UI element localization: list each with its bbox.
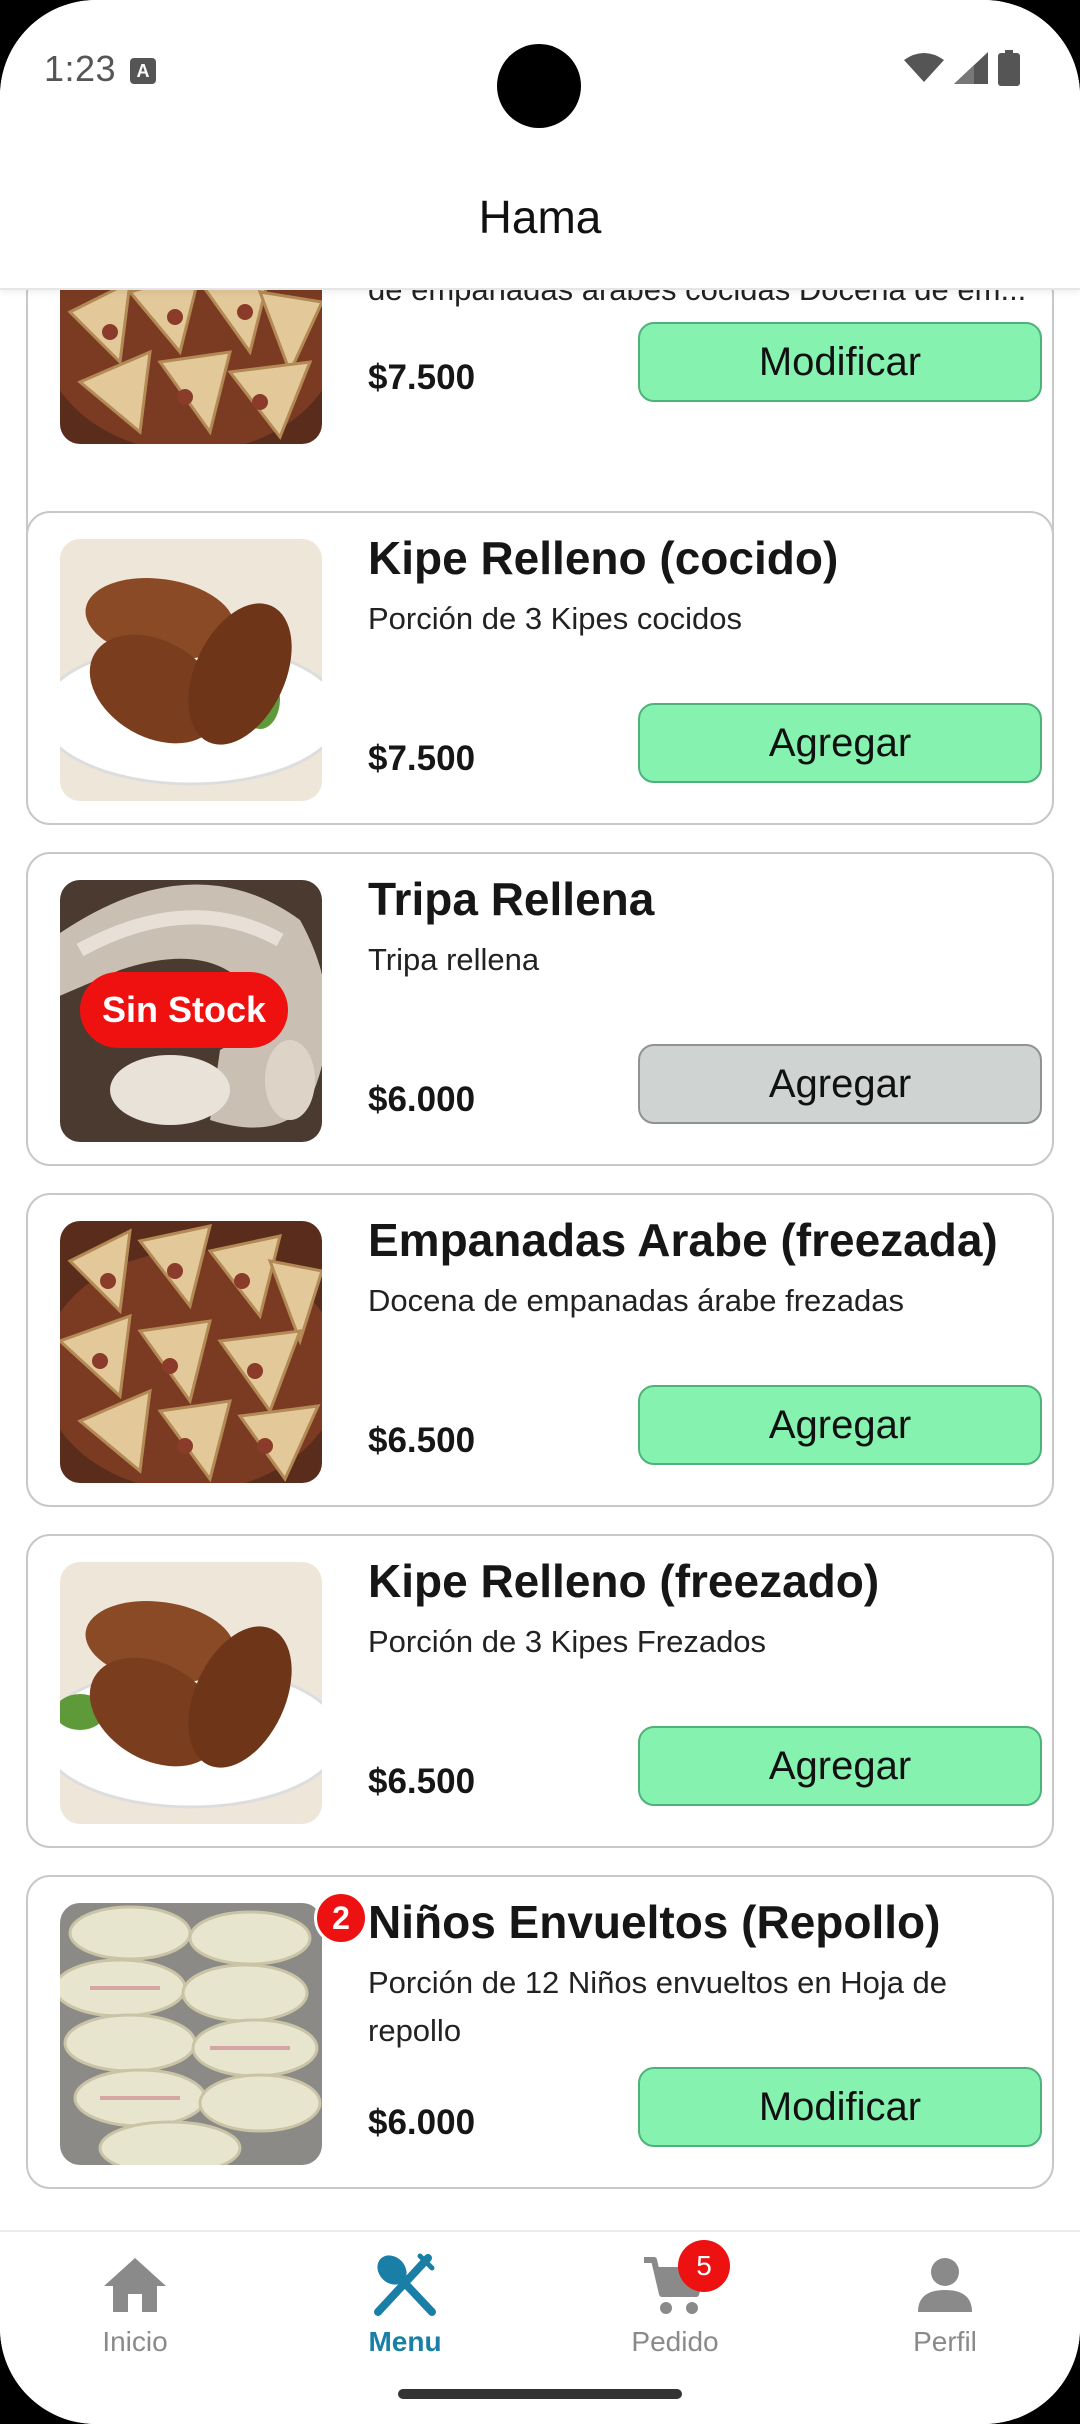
- app-screen: 1:23 A Hama $7.500 Modificar Kipe Rellen…: [0, 0, 1080, 2424]
- product-description: Porción de 12 Niños envueltos en Hoja de…: [368, 1965, 948, 2048]
- empanadas-photo: [60, 1221, 322, 1483]
- nav-item-inicio[interactable]: Inicio: [35, 2250, 235, 2370]
- product-title: Tripa Rellena: [368, 873, 655, 925]
- kipe-photo: [60, 1562, 322, 1824]
- add-button[interactable]: Agregar: [638, 703, 1042, 783]
- product-card: Sin Stock Tripa Rellena Tripa rellena $6…: [26, 852, 1054, 1166]
- add-button[interactable]: Agregar: [638, 1726, 1042, 1806]
- nav-item-menu[interactable]: Menu: [305, 2250, 505, 2370]
- product-description: Porción de 3 Kipes cocidos: [368, 601, 742, 636]
- status-time: 1:23: [44, 48, 117, 89]
- nav-label: Perfil: [913, 2326, 977, 2357]
- product-price: $6.000: [368, 1080, 476, 1119]
- app-bar: Hama: [0, 140, 1080, 290]
- signal-icon: [954, 52, 988, 84]
- product-title: Niños Envueltos (Repollo): [368, 1896, 941, 1948]
- product-description: Docena de empanadas árabe frezadas: [368, 1283, 904, 1318]
- gesture-bar[interactable]: [398, 2389, 682, 2399]
- app-title: Hama: [478, 191, 602, 243]
- nav-label: Inicio: [102, 2326, 168, 2357]
- product-price: $7.500: [368, 358, 476, 397]
- empanadas-photo: [60, 290, 322, 444]
- product-image-kipe: [60, 539, 322, 801]
- product-price: $6.000: [368, 2103, 476, 2142]
- nav-label: Pedido: [631, 2326, 719, 2357]
- product-image-kipe: [60, 1562, 322, 1824]
- out-of-stock-badge: Sin Stock: [80, 972, 288, 1048]
- add-button[interactable]: Agregar: [638, 1385, 1042, 1465]
- battery-icon: [998, 50, 1020, 86]
- product-card: Kipe Relleno (freezado) Porción de 3 Kip…: [26, 1534, 1054, 1848]
- home-icon: [100, 2250, 170, 2320]
- status-icons: [904, 50, 1020, 86]
- bottom-navigation: Inicio Menu 5 Pedido Perfil: [0, 2230, 1080, 2424]
- nav-label: Menu: [368, 2326, 442, 2357]
- nav-item-pedido[interactable]: 5 Pedido: [575, 2240, 775, 2370]
- repollo-photo: [60, 1903, 322, 2165]
- modify-button[interactable]: Modificar: [638, 2067, 1042, 2147]
- product-card: Kipe Relleno (cocido) Porción de 3 Kipes…: [26, 511, 1054, 825]
- product-card: Empanadas Arabe (freezada) Docena de emp…: [26, 1193, 1054, 1507]
- notification-a-icon: A: [130, 58, 156, 84]
- product-title: Kipe Relleno (freezado): [368, 1555, 880, 1607]
- product-price: $6.500: [368, 1762, 476, 1801]
- product-image-repollo: [60, 1903, 322, 2165]
- nav-item-perfil[interactable]: Perfil: [845, 2250, 1045, 2370]
- quantity-badge: 2: [314, 1891, 368, 1945]
- add-button-disabled[interactable]: Agregar: [638, 1044, 1042, 1124]
- product-description: Tripa rellena: [368, 942, 540, 977]
- product-card: 2 Niños Envueltos (Repollo) Porción de 1…: [26, 1875, 1054, 2189]
- product-title: Kipe Relleno (cocido): [368, 532, 839, 584]
- product-image-empanadas: [60, 290, 322, 444]
- product-price: $7.500: [368, 739, 476, 778]
- modify-button[interactable]: Modificar: [638, 322, 1042, 402]
- camera-cutout: [497, 44, 581, 128]
- product-description: Porción de 3 Kipes Frezados: [368, 1624, 767, 1659]
- product-title: Empanadas Arabe (freezada): [368, 1214, 998, 1266]
- utensils-icon: [370, 2250, 440, 2320]
- product-price: $6.500: [368, 1421, 476, 1460]
- product-image-empanadas: [60, 1221, 322, 1483]
- cart-icon: 5: [640, 2240, 730, 2320]
- kipe-photo: [60, 539, 322, 801]
- person-icon: [910, 2250, 980, 2320]
- wifi-icon: [904, 53, 944, 82]
- status-bar: 1:23 A: [0, 0, 1080, 140]
- cart-count-badge: 5: [678, 2240, 730, 2292]
- product-list[interactable]: de empanadas árabes cocidas Docena de em…: [0, 290, 1080, 2230]
- product-image-tripa: Sin Stock: [60, 880, 322, 1142]
- product-description: de empanadas árabes cocidas Docena de em…: [368, 290, 1052, 308]
